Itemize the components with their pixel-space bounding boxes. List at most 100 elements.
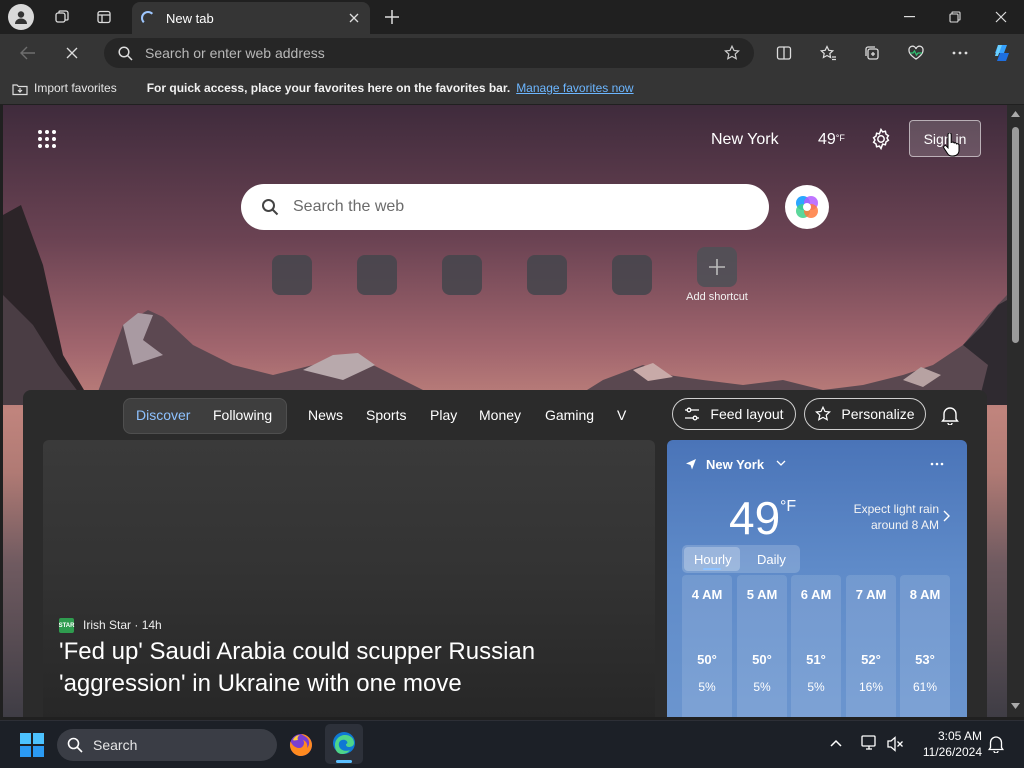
sparkle-star-icon — [815, 406, 832, 421]
shortcut-tile[interactable] — [527, 255, 567, 295]
nav-play[interactable]: Play — [430, 407, 457, 423]
hour-temp: 52° — [861, 652, 881, 667]
browser-essentials-icon[interactable] — [902, 39, 930, 67]
scroll-down-arrow-icon[interactable] — [1011, 703, 1020, 709]
hourly-forecast-item[interactable]: 5 AM 50° 5% — [737, 575, 787, 717]
hero-article-card[interactable]: STAR Irish Star · 14h 'Fed up' Saudi Ara… — [43, 440, 655, 717]
article-headline[interactable]: 'Fed up' Saudi Arabia could scupper Russ… — [59, 636, 639, 700]
tab-discover[interactable]: Discover — [136, 407, 190, 423]
minimize-icon[interactable] — [886, 0, 932, 34]
more-options-icon[interactable] — [930, 462, 944, 466]
hour-precip: 16% — [858, 680, 884, 694]
loading-spinner-icon — [141, 11, 155, 25]
hour-time: 7 AM — [855, 587, 887, 602]
temperature-unit: °F — [835, 133, 845, 143]
network-icon[interactable] — [860, 734, 878, 752]
weather-summary-line2: around 8 AM — [870, 518, 939, 532]
add-shortcut-label[interactable]: Add shortcut — [675, 291, 759, 303]
tab-new-tab[interactable]: New tab — [132, 2, 370, 34]
weather-card[interactable]: New York 49 °F Expect light rain around … — [667, 440, 967, 717]
feed-layout-button[interactable]: Feed layout — [672, 398, 796, 430]
weather-big-unit: °F — [780, 498, 797, 515]
favorite-star-icon[interactable] — [724, 45, 740, 61]
personalize-button[interactable]: Personalize — [804, 398, 926, 430]
tab-actions-icon[interactable] — [90, 3, 118, 31]
hourly-forecast-item[interactable]: 4 AM 50° 5% — [682, 575, 732, 717]
nav-news[interactable]: News — [308, 407, 343, 423]
new-tab-plus-icon[interactable] — [378, 3, 406, 31]
mountain-background — [3, 205, 1007, 405]
copilot-icon[interactable] — [988, 39, 1016, 67]
chevron-up-icon[interactable] — [830, 739, 842, 747]
address-input[interactable] — [145, 45, 705, 61]
scrollbar-thumb[interactable] — [1012, 127, 1019, 343]
weather-summary[interactable]: Expect light rain around 8 AM — [835, 501, 939, 533]
hour-precip: 5% — [753, 680, 771, 694]
back-arrow-icon[interactable] — [14, 39, 42, 67]
nav-sports[interactable]: Sports — [366, 407, 406, 423]
chevron-right-icon[interactable] — [943, 510, 950, 522]
edge-taskbar-button[interactable] — [325, 724, 363, 764]
hour-precip: 5% — [807, 680, 825, 694]
web-search-box[interactable] — [241, 184, 769, 230]
hour-temp: 50° — [752, 652, 772, 667]
workspaces-icon[interactable] — [48, 3, 76, 31]
split-screen-icon[interactable] — [770, 39, 798, 67]
location-label[interactable]: New York — [711, 131, 779, 149]
weather-summary-line1: Expect light rain — [853, 502, 939, 516]
hourly-forecast-item[interactable]: 8 AM 53° 61% — [900, 575, 950, 717]
restore-icon[interactable] — [932, 0, 978, 34]
weather-big-temp: 49 — [729, 492, 781, 544]
scroll-up-arrow-icon[interactable] — [1011, 111, 1020, 117]
weather-temperature[interactable]: 49 °F — [818, 131, 845, 149]
collections-icon[interactable] — [858, 39, 886, 67]
firefox-icon[interactable] — [288, 732, 314, 758]
chevron-down-icon[interactable] — [776, 460, 786, 467]
clock[interactable]: 3:05 AM 11/26/2024 — [918, 728, 982, 760]
close-tab-icon[interactable] — [344, 8, 364, 28]
tab-following[interactable]: Following — [213, 407, 272, 423]
tab-hourly-indicator — [703, 568, 721, 570]
nav-overflow[interactable]: V — [617, 398, 627, 432]
shortcut-tile[interactable] — [612, 255, 652, 295]
notification-bell-icon[interactable] — [988, 735, 1004, 753]
taskbar-search-box[interactable]: Search — [57, 729, 277, 761]
article-source[interactable]: Irish Star — [83, 618, 131, 632]
source-logo-icon: STAR — [59, 618, 74, 633]
copilot-button-icon[interactable] — [785, 185, 829, 229]
favorites-icon[interactable] — [814, 39, 842, 67]
tab-title: New tab — [166, 10, 214, 26]
address-bar[interactable] — [104, 38, 754, 68]
tab-daily[interactable]: Daily — [757, 552, 786, 567]
manage-favorites-link[interactable]: Manage favorites now — [516, 81, 633, 95]
page-scrollbar[interactable] — [1007, 105, 1024, 717]
more-options-icon[interactable] — [946, 39, 974, 67]
weather-location[interactable]: New York — [706, 457, 764, 472]
apps-grid-icon[interactable] — [37, 129, 57, 149]
add-shortcut-button[interactable] — [697, 247, 737, 287]
edge-icon — [331, 730, 357, 756]
nav-gaming[interactable]: Gaming — [545, 407, 594, 423]
windows-start-icon[interactable] — [20, 733, 44, 757]
navigation-toolbar — [0, 34, 1024, 72]
notifications-bell-icon[interactable] — [941, 406, 959, 425]
hour-precip: 61% — [912, 680, 938, 694]
settings-gear-icon[interactable] — [870, 128, 892, 150]
temperature-value: 49 — [818, 131, 836, 148]
shortcut-tile[interactable] — [272, 255, 312, 295]
hourly-forecast-item[interactable]: 7 AM 52° 16% — [846, 575, 896, 717]
mouse-cursor-icon — [943, 133, 961, 157]
hourly-forecast-item[interactable]: 6 AM 51° 5% — [791, 575, 841, 717]
import-favorites-button[interactable]: Import favorites — [34, 81, 117, 95]
shortcut-tile[interactable] — [357, 255, 397, 295]
nav-truncated-item: V — [617, 407, 627, 423]
nav-money[interactable]: Money — [479, 407, 521, 423]
tab-hourly[interactable]: Hourly — [694, 552, 732, 567]
shortcut-tile[interactable] — [442, 255, 482, 295]
volume-muted-icon[interactable] — [886, 735, 904, 753]
close-window-icon[interactable] — [978, 0, 1024, 34]
profile-avatar-icon[interactable] — [8, 4, 34, 30]
clock-time: 3:05 AM — [937, 729, 982, 743]
web-search-input[interactable] — [293, 198, 733, 216]
stop-loading-icon[interactable] — [58, 39, 86, 67]
